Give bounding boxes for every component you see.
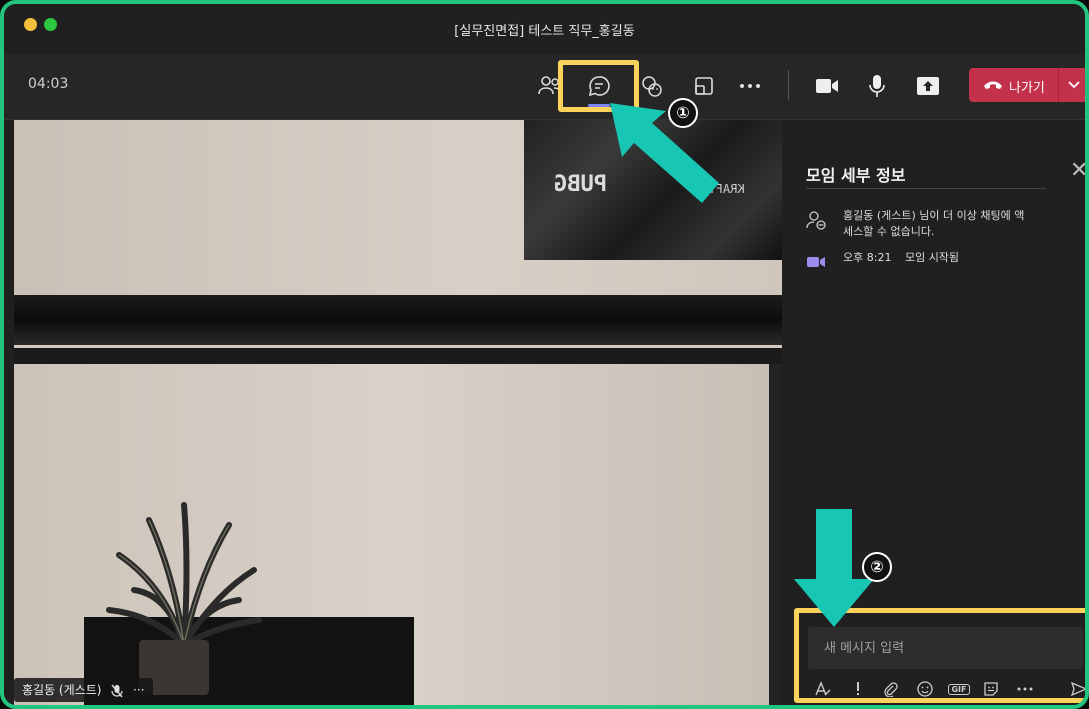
leave-button[interactable]: 나가기	[969, 68, 1085, 102]
event-item: 홍길동 (게스트) 님이 더 이상 채팅에 액세스할 수 없습니다.	[806, 208, 1066, 248]
participant-nametag: 홍길동 (게스트) ···	[14, 678, 153, 702]
video-beam	[14, 295, 782, 345]
nametag-more-icon[interactable]: ···	[133, 683, 144, 697]
panel-title: 모임 세부 정보	[806, 166, 906, 185]
meeting-video-icon	[807, 257, 825, 267]
poster-text-left: PUBG	[554, 172, 607, 197]
mic-icon	[869, 75, 885, 97]
mic-off-icon	[111, 684, 123, 697]
step-2-badge: ②	[862, 552, 892, 582]
meeting-toolbar: 04:03 나가기	[4, 54, 1085, 120]
leave-label: 나가기	[1009, 81, 1045, 96]
panel-divider	[806, 188, 1046, 189]
chevron-down-icon[interactable]	[1067, 80, 1081, 90]
more-options-button[interactable]	[730, 66, 770, 106]
reactions-icon	[642, 76, 662, 97]
app-window: [실무진면접] 테스트 직무_홍길동 04:03 나가기 PUBG KRAFTO…	[0, 0, 1089, 709]
event-text: 오후 8:21 모임 시작됨	[843, 250, 1033, 266]
hangup-icon	[984, 81, 1002, 89]
step-1-badge: ①	[668, 98, 698, 128]
mic-button[interactable]	[857, 66, 897, 106]
event-item: 오후 8:21 모임 시작됨	[806, 250, 1066, 270]
toolbar-divider	[788, 70, 789, 100]
event-text: 홍길동 (게스트) 님이 더 이상 채팅에 액세스할 수 없습니다.	[843, 209, 1025, 238]
video-beam-lower	[14, 348, 782, 364]
camera-button[interactable]	[807, 66, 847, 106]
leave-divider	[1058, 68, 1059, 102]
title-bar: [실무진면접] 테스트 직무_홍길동	[4, 4, 1085, 54]
video-doorframe	[769, 364, 782, 705]
share-icon	[917, 77, 939, 95]
plant-image	[106, 502, 262, 648]
share-screen-button[interactable]	[908, 66, 948, 106]
user-blocked-icon	[806, 211, 826, 230]
camera-icon	[816, 79, 838, 93]
event-label: 모임 시작됨	[904, 251, 960, 264]
window-title: [실무진면접] 테스트 직무_홍길동	[454, 24, 635, 39]
event-time: 오후 8:21	[843, 251, 892, 264]
participant-name: 홍길동 (게스트)	[22, 683, 102, 697]
meeting-timer: 04:03	[28, 76, 69, 92]
rooms-icon	[695, 77, 713, 95]
more-icon	[740, 84, 760, 88]
close-icon[interactable]: ✕	[1070, 158, 1085, 183]
